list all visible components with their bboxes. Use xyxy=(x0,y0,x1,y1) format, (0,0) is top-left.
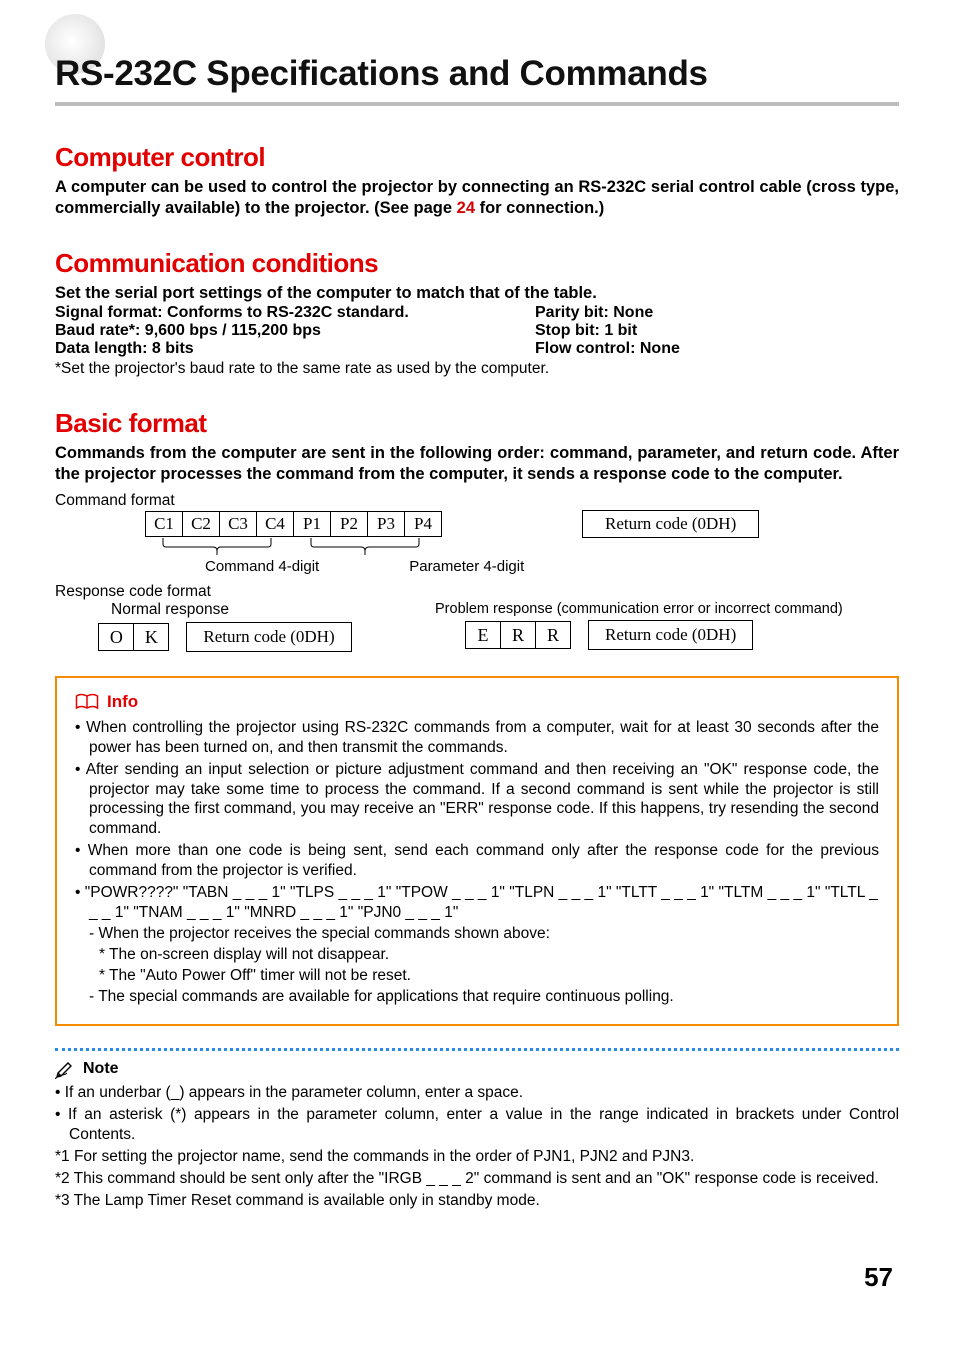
return-code-box-2: Return code (0DH) xyxy=(186,622,351,652)
cell-p2: P2 xyxy=(331,512,368,536)
cell-p4: P4 xyxy=(405,512,441,536)
page-title: RS-232C Specifications and Commands xyxy=(55,54,899,106)
note-item-1: • If an asterisk (*) appears in the para… xyxy=(55,1105,899,1145)
connector-braces xyxy=(145,538,445,556)
cell-r2: R xyxy=(535,621,571,649)
comm-l3a: Data length: 8 bits xyxy=(55,340,535,358)
command-cells: C1 C2 C3 C4 P1 P2 P3 P4 xyxy=(145,511,442,537)
cc-text-b: for connection.) xyxy=(475,199,604,217)
heading-computer-control: Computer control xyxy=(55,142,899,173)
comm-l1b: Parity bit: None xyxy=(535,304,899,322)
cell-c3: C3 xyxy=(220,512,257,536)
comm-l2a: Baud rate*: 9,600 bps / 115,200 bps xyxy=(55,322,535,340)
cell-r1: R xyxy=(500,621,536,649)
info-label: Info xyxy=(107,692,138,712)
cell-k: K xyxy=(133,623,169,651)
note-star-0: *1 For setting the projector name, send … xyxy=(55,1147,899,1167)
info-item-0: • When controlling the projector using R… xyxy=(75,718,879,758)
problem-response-label: Problem response (communication error or… xyxy=(435,601,899,617)
note-list: • If an underbar (_) appears in the para… xyxy=(55,1083,899,1212)
note-star-1: *2 This command should be sent only afte… xyxy=(55,1169,899,1189)
info-item-2: • When more than one code is being sent,… xyxy=(75,841,879,881)
command-diagram: Command format C1 C2 C3 C4 P1 P2 P3 P4 R… xyxy=(55,492,899,652)
command-format-label: Command format xyxy=(55,492,899,510)
note-item-0: • If an underbar (_) appears in the para… xyxy=(55,1083,899,1103)
cell-e: E xyxy=(465,621,501,649)
comm-l2b: Stop bit: 1 bit xyxy=(535,322,899,340)
heading-basic-format: Basic format xyxy=(55,408,899,439)
pencil-icon xyxy=(55,1059,77,1079)
info-sub-0: - When the projector receives the specia… xyxy=(75,924,879,944)
basic-format-text: Commands from the computer are sent in t… xyxy=(55,443,899,484)
page-number: 57 xyxy=(55,1262,899,1293)
under-label-command: Command 4-digit xyxy=(205,558,319,575)
cell-o: O xyxy=(98,623,134,651)
info-item-1: • After sending an input selection or pi… xyxy=(75,760,879,839)
err-cells: E R R xyxy=(465,621,570,649)
heading-communication-conditions: Communication conditions xyxy=(55,248,899,279)
computer-control-text: A computer can be used to control the pr… xyxy=(55,177,899,218)
cell-c2: C2 xyxy=(183,512,220,536)
return-code-box-3: Return code (0DH) xyxy=(588,620,753,650)
comm-l3b: Flow control: None xyxy=(535,340,899,358)
cell-c1: C1 xyxy=(146,512,183,536)
note-label: Note xyxy=(83,1060,119,1078)
info-list: • When controlling the projector using R… xyxy=(75,718,879,1007)
info-item-3: • "POWR????" "TABN _ _ _ 1" "TLPS _ _ _ … xyxy=(75,883,879,923)
book-icon xyxy=(75,693,99,711)
note-star-2: *3 The Lamp Timer Reset command is avail… xyxy=(55,1191,899,1211)
dotted-divider xyxy=(55,1048,899,1051)
return-code-box-1: Return code (0DH) xyxy=(582,510,759,538)
comm-intro: Set the serial port settings of the comp… xyxy=(55,283,899,304)
cell-c4: C4 xyxy=(257,512,294,536)
page-ref: 24 xyxy=(457,199,475,217)
response-format-label: Response code format xyxy=(55,583,899,601)
under-label-parameter: Parameter 4-digit xyxy=(409,558,524,575)
comm-row-2: Baud rate*: 9,600 bps / 115,200 bps Stop… xyxy=(55,322,899,340)
info-sub-1: * The on-screen display will not disappe… xyxy=(75,945,879,965)
cell-p1: P1 xyxy=(294,512,331,536)
ok-cells: O K xyxy=(98,623,168,651)
comm-row-1: Signal format: Conforms to RS-232C stand… xyxy=(55,304,899,322)
comm-footnote: *Set the projector's baud rate to the sa… xyxy=(55,360,899,378)
info-sub-3: - The special commands are available for… xyxy=(75,987,879,1007)
comm-row-3: Data length: 8 bits Flow control: None xyxy=(55,340,899,358)
info-box: Info • When controlling the projector us… xyxy=(55,676,899,1026)
comm-l1a: Signal format: Conforms to RS-232C stand… xyxy=(55,304,535,322)
cell-p3: P3 xyxy=(368,512,405,536)
normal-response-label: Normal response xyxy=(55,601,395,619)
info-sub-2: * The "Auto Power Off" timer will not be… xyxy=(75,966,879,986)
